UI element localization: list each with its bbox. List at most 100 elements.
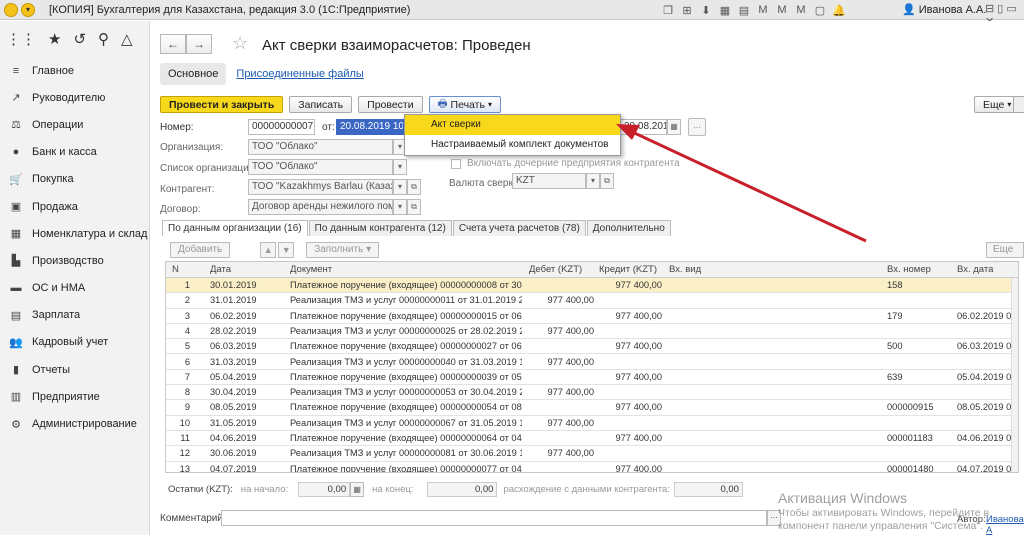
search-icon[interactable]: ⚲ [98,30,109,48]
sidebar-item-4[interactable]: 🛒 Покупка [0,166,149,193]
sidebar-item-13[interactable]: ⚙ Администрирование [0,410,149,437]
tab-org-data[interactable]: По данным организации (16) [162,220,308,236]
sidebar-item-11[interactable]: ▮ Отчеты [0,356,149,383]
table-row[interactable]: 4 28.02.2019 Реализация ТМЗ и услуг 000000… [166,324,1018,340]
col-in-type[interactable]: Вх. вид [669,264,701,275]
sidebar-item-0[interactable]: ≡ Главное [0,57,149,84]
notifications-bell-icon[interactable]: △ [121,30,133,48]
organization-field[interactable]: ТОО "Облако" [248,139,393,155]
date2-field[interactable]: 20.08.2019 [621,119,667,135]
favorites-star-icon[interactable]: ★ [48,30,61,48]
apps-grid-icon[interactable]: ⋮⋮ [6,30,36,48]
sidebar-item-3[interactable]: ● Банк и касса [0,139,149,166]
table-row[interactable]: 13 04.07.2019 Платежное поручение (входяще… [166,462,1018,472]
checkbox-box[interactable] [451,158,461,169]
table-row[interactable]: 7 05.04.2019 Платежное поручение (входящее… [166,370,1018,386]
sidebar-item-10[interactable]: 👥 Кадровый учет [0,329,149,356]
add-row-button[interactable]: Добавить [170,242,231,258]
calendar-icon[interactable]: ▤ [736,2,752,18]
link-icon[interactable]: ⊞ [679,2,695,18]
table-more-button[interactable]: Еще ▾ [986,242,1024,269]
open-link-icon[interactable]: ⧉ [407,199,421,215]
back-arrow-icon[interactable]: ← [160,34,186,54]
date-field[interactable]: 20.08.2019 10:25 [336,119,404,135]
contract-field[interactable]: Договор аренды нежилого помещен [248,199,393,215]
tab-accounts[interactable]: Счета учета расчетов (78) [452,220,586,236]
col-n[interactable]: N [172,264,179,275]
table-row[interactable]: 12 30.06.2019 Реализация ТМЗ и услуг 00000… [166,446,1018,462]
cell-debit: 977 400,00 [547,356,594,367]
post-button[interactable]: Провести [358,96,423,113]
post-and-close-button[interactable]: Провести и закрыть [160,96,284,113]
table-row[interactable]: 9 08.05.2019 Платежное поручение (входящее… [166,400,1018,416]
move-up-icon[interactable]: ▲ [260,242,277,258]
col-document[interactable]: Документ [290,264,332,275]
move-down-icon[interactable]: ▼ [278,242,295,258]
table-row[interactable]: 8 30.04.2019 Реализация ТМЗ и услуг 000000… [166,385,1018,401]
sidebar-item-2[interactable]: ⚖ Операции [0,111,149,138]
table-row[interactable]: 1 30.01.2019 Платежное поручение (входящее… [166,278,1018,294]
cell-n: 8 [184,387,190,398]
table-row[interactable]: 6 31.03.2019 Реализация ТМЗ и услуг 000000… [166,355,1018,370]
sidebar-item-1[interactable]: ↗ Руководителю [0,84,149,111]
window-icon[interactable]: ▢ [812,2,828,18]
copy-icon[interactable]: ❐ [660,2,676,18]
contractor-field[interactable]: ТОО "Kazakhmys Barlau (Казахмыс Е [248,179,393,195]
sidebar-item-6[interactable]: ▦ Номенклатура и склад [0,220,149,247]
fill-button[interactable]: Заполнить ▾ [306,242,380,258]
m-plus-icon[interactable]: M [774,2,790,18]
col-in-number[interactable]: Вх. номер [887,264,931,275]
dropdown-arrow-icon[interactable]: ▾ [586,173,600,189]
include-subsidiaries-checkbox[interactable]: Включать дочерние предприятия контрагент… [451,158,680,169]
table-row[interactable]: 2 31.01.2019 Реализация ТМЗ и услуг 000000… [166,293,1018,309]
table-row[interactable]: 5 06.03.2019 Платежное поручение (входящее… [166,339,1018,355]
sidebar-item-9[interactable]: ▤ Зарплата [0,302,149,329]
forward-arrow-icon[interactable]: → [186,34,212,54]
sidebar-item-8[interactable]: ▬ ОС и НМА [0,275,149,302]
save-button[interactable]: Записать [289,96,353,113]
history-clock-icon[interactable]: ↺ [73,30,86,48]
download-icon[interactable]: ⬇ [698,2,714,18]
ellipsis-button[interactable]: … [688,118,706,136]
vertical-scrollbar[interactable] [1011,278,1018,472]
open-link-icon[interactable]: ⧉ [600,173,614,189]
cell-n: 10 [179,417,190,428]
col-date[interactable]: Дата [210,264,231,275]
org-list-field[interactable]: ТОО "Облако" [248,159,393,175]
table-row[interactable]: 10 31.05.2019 Реализация ТМЗ и услуг 00000… [166,416,1018,431]
menu-item-custom-document-set[interactable]: Настраиваемый комплект документов [405,135,620,155]
favorite-star-icon[interactable]: ☆ [232,33,248,54]
sidebar-item-12[interactable]: ▥ Предприятие [0,383,149,410]
tab-contractor-data[interactable]: По данным контрагента (12) [308,220,452,236]
history-icon[interactable]: ▦ [717,2,733,18]
sidebar-item-5[interactable]: ▣ Продажа [0,193,149,220]
col-credit[interactable]: Кредит (KZT) [599,264,657,275]
m-minus-icon[interactable]: M [793,2,809,18]
dropdown-arrow-icon[interactable]: ▾ [393,179,407,195]
sidebar-item-7[interactable]: ▙ Производство [0,247,149,274]
tab-additional[interactable]: Дополнительно [586,220,671,236]
number-field[interactable]: 00000000007 [248,119,315,135]
col-in-date[interactable]: Вх. дата [957,264,993,275]
dropdown-arrow-icon[interactable]: ▾ [393,199,407,215]
menu-item-reconciliation-act[interactable]: Акт сверки [405,115,620,135]
tab-attached-files[interactable]: Присоединенные файлы [236,68,363,80]
end-balance-field: 0,00 [427,482,498,497]
user-name[interactable]: 👤 Иванова А.А. [902,3,986,16]
open-link-icon[interactable]: ⧉ [407,179,421,195]
currency-field[interactable]: KZT [512,173,586,189]
main-menu-icon[interactable]: ▾ [21,2,35,17]
tab-main[interactable]: Основное [160,63,227,85]
m-icon[interactable]: M [755,2,771,18]
dropdown-arrow-icon[interactable]: ▾ [393,159,407,175]
table-row[interactable]: 3 06.02.2019 Платежное поручение (входящее… [166,309,1018,324]
col-debit[interactable]: Дебет (KZT) [529,264,582,275]
calculator-icon[interactable]: ▦ [350,482,365,497]
table-row[interactable]: 11 04.06.2019 Платежное поручение (входяще… [166,431,1018,447]
author-link[interactable]: Иванова А [986,514,1024,536]
print-button[interactable]: 🖶 Печать ▾ [428,96,501,113]
help-button[interactable] [1013,96,1024,113]
calendar-icon[interactable]: ▦ [667,119,681,135]
comment-input[interactable] [221,510,767,526]
bell-icon[interactable]: 🔔 [831,2,847,18]
